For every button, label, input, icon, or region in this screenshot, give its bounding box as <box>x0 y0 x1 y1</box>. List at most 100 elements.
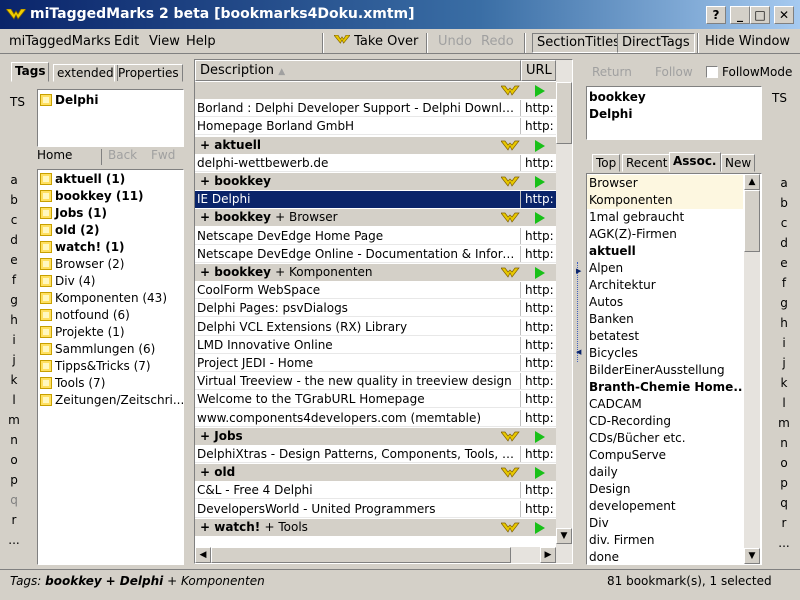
tag-item[interactable]: Div (4) <box>38 273 183 290</box>
tag-item[interactable]: Tools (7) <box>38 375 183 392</box>
letter-q[interactable]: q <box>774 493 794 513</box>
menu-view[interactable]: View <box>149 34 180 49</box>
bookmark-row[interactable]: Delphi Pages: psvDialogs http: <box>195 300 556 318</box>
assoc-tag-item[interactable]: BilderEinerAusstellung <box>587 362 743 379</box>
assoc-tag-item[interactable]: Alpen <box>587 260 743 277</box>
assoc-tag-item[interactable]: aktuell <box>587 243 743 260</box>
tag-item[interactable]: aktuell (1) <box>38 171 183 188</box>
tab-extended[interactable]: extended <box>53 64 118 82</box>
selected-tags-box[interactable]: Delphi <box>37 89 184 147</box>
description-column-header[interactable]: Description ▲ <box>195 60 521 81</box>
assoc-tag-item[interactable]: Komponenten <box>587 192 743 209</box>
bookmark-row[interactable]: Netscape DevEdge Online - Documentation … <box>195 245 556 263</box>
bookmark-row[interactable]: Borland : Delphi Developer Support - Del… <box>195 100 556 118</box>
bookmark-row[interactable]: delphi-wettbewerb.de http: <box>195 154 556 172</box>
redo-button[interactable]: Redo <box>477 33 518 53</box>
follow-button[interactable]: Follow <box>655 65 693 79</box>
letter-i[interactable]: i <box>774 333 794 353</box>
assoc-tag-item[interactable]: betatest <box>587 328 743 345</box>
letter-e[interactable]: e <box>774 253 794 273</box>
minimize-button[interactable]: _ <box>730 6 750 24</box>
grid-vertical-scrollbar[interactable]: ▼ <box>556 60 572 547</box>
bookmark-row[interactable]: DevelopersWorld - United Programmers http… <box>195 500 556 518</box>
letter-h[interactable]: h <box>4 310 24 330</box>
close-button[interactable]: ✕ <box>774 6 794 24</box>
letter-b[interactable]: b <box>774 193 794 213</box>
bookmark-row[interactable]: Netscape DevEdge Home Page http: <box>195 227 556 245</box>
return-button[interactable]: Return <box>592 65 632 79</box>
group-action-icons[interactable] <box>500 266 549 280</box>
assoc-tag-item[interactable]: Div <box>587 515 743 532</box>
letter-more[interactable]: ... <box>774 533 794 553</box>
bookmark-row[interactable]: Virtual Treeview - the new quality in tr… <box>195 373 556 391</box>
letter-e[interactable]: e <box>4 250 24 270</box>
group-action-icons[interactable] <box>500 211 549 225</box>
scroll-left-button[interactable]: ◀ <box>195 547 211 563</box>
letter-r[interactable]: r <box>774 513 794 533</box>
assoc-tag-item[interactable]: div. Firmen <box>587 532 743 549</box>
direct-tags-toggle[interactable]: DirectTags <box>617 33 695 53</box>
letter-more[interactable]: ... <box>4 530 24 550</box>
letter-k[interactable]: k <box>4 370 24 390</box>
letter-f[interactable]: f <box>4 270 24 290</box>
group-action-icons[interactable] <box>500 175 549 189</box>
letter-d[interactable]: d <box>4 230 24 250</box>
letter-c[interactable]: c <box>774 213 794 233</box>
tag-item[interactable]: bookkey (11) <box>38 188 183 205</box>
grid-horizontal-scrollbar[interactable]: ◀ ▶ <box>195 547 572 563</box>
letter-f[interactable]: f <box>774 273 794 293</box>
assoc-vertical-scrollbar[interactable]: ▲ ▼ <box>744 174 760 564</box>
tag-item[interactable]: Jobs (1) <box>38 205 183 222</box>
tab-properties[interactable]: Properties <box>114 64 183 82</box>
bookmark-row[interactable]: Project JEDI - Home http: <box>195 355 556 372</box>
scroll-down-button[interactable]: ▼ <box>556 528 572 544</box>
letter-a[interactable]: a <box>4 170 24 190</box>
current-tags-box[interactable]: bookkey Delphi <box>586 86 762 140</box>
assoc-tag-item[interactable]: Banken <box>587 311 743 328</box>
bookmark-row[interactable]: Delphi VCL Extensions (RX) Library http: <box>195 318 556 336</box>
assoc-tag-item[interactable]: CDs/Bücher etc. <box>587 430 743 447</box>
letter-l[interactable]: l <box>774 393 794 413</box>
bookmark-row[interactable]: LMD Innovative Online http: <box>195 336 556 354</box>
group-action-icons[interactable] <box>500 84 549 98</box>
assoc-tag-item[interactable]: 1mal gebraucht <box>587 209 743 226</box>
group-action-icons[interactable] <box>500 466 549 480</box>
assoc-tag-item[interactable]: CADCAM <box>587 396 743 413</box>
scroll-up-button[interactable]: ▲ <box>744 174 760 190</box>
letter-n[interactable]: n <box>774 433 794 453</box>
letter-o[interactable]: o <box>774 453 794 473</box>
group-header-row[interactable]: + bookkey + Browser <box>195 209 556 227</box>
menu-mitaggedmarks[interactable]: miTaggedMarks <box>9 34 111 49</box>
bookmark-row[interactable]: DelphiXtras - Design Patterns, Component… <box>195 446 556 463</box>
letter-l[interactable]: l <box>4 390 24 410</box>
letter-g[interactable]: g <box>774 293 794 313</box>
letter-i[interactable]: i <box>4 330 24 350</box>
tab-tags[interactable]: Tags <box>11 62 50 82</box>
fwd-nav-link[interactable]: Fwd <box>151 148 175 162</box>
letter-m[interactable]: m <box>4 410 24 430</box>
assoc-tag-item[interactable]: daily <box>587 464 743 481</box>
take-over-button[interactable]: Take Over <box>330 33 422 53</box>
help-caption-button[interactable]: ? <box>706 6 726 24</box>
group-action-icons[interactable] <box>500 430 549 444</box>
letter-a[interactable]: a <box>774 173 794 193</box>
letter-j[interactable]: j <box>774 353 794 373</box>
group-header-row[interactable]: + bookkey + Komponenten <box>195 264 556 281</box>
section-titles-toggle[interactable]: SectionTitles <box>532 33 625 53</box>
back-nav-link[interactable]: Back <box>108 148 137 162</box>
scroll-down-button[interactable]: ▼ <box>744 548 760 564</box>
assoc-tag-item[interactable]: CD-Recording <box>587 413 743 430</box>
tag-item[interactable]: old (2) <box>38 222 183 239</box>
tag-item[interactable]: Projekte (1) <box>38 324 183 341</box>
letter-p[interactable]: p <box>774 473 794 493</box>
scroll-thumb[interactable] <box>556 82 572 144</box>
assoc-tag-item[interactable]: Autos <box>587 294 743 311</box>
assoc-scroll-thumb[interactable] <box>744 190 760 252</box>
assoc-tag-item[interactable]: CompuServe <box>587 447 743 464</box>
group-action-icons[interactable] <box>500 139 549 153</box>
group-header-row[interactable]: + Jobs <box>195 427 556 445</box>
tab-new[interactable]: New <box>721 154 756 172</box>
letter-o[interactable]: o <box>4 450 24 470</box>
assoc-tag-item[interactable]: Branth-Chemie Home... <box>587 379 743 396</box>
bookmark-row[interactable]: IE Delphi http: <box>195 191 556 209</box>
